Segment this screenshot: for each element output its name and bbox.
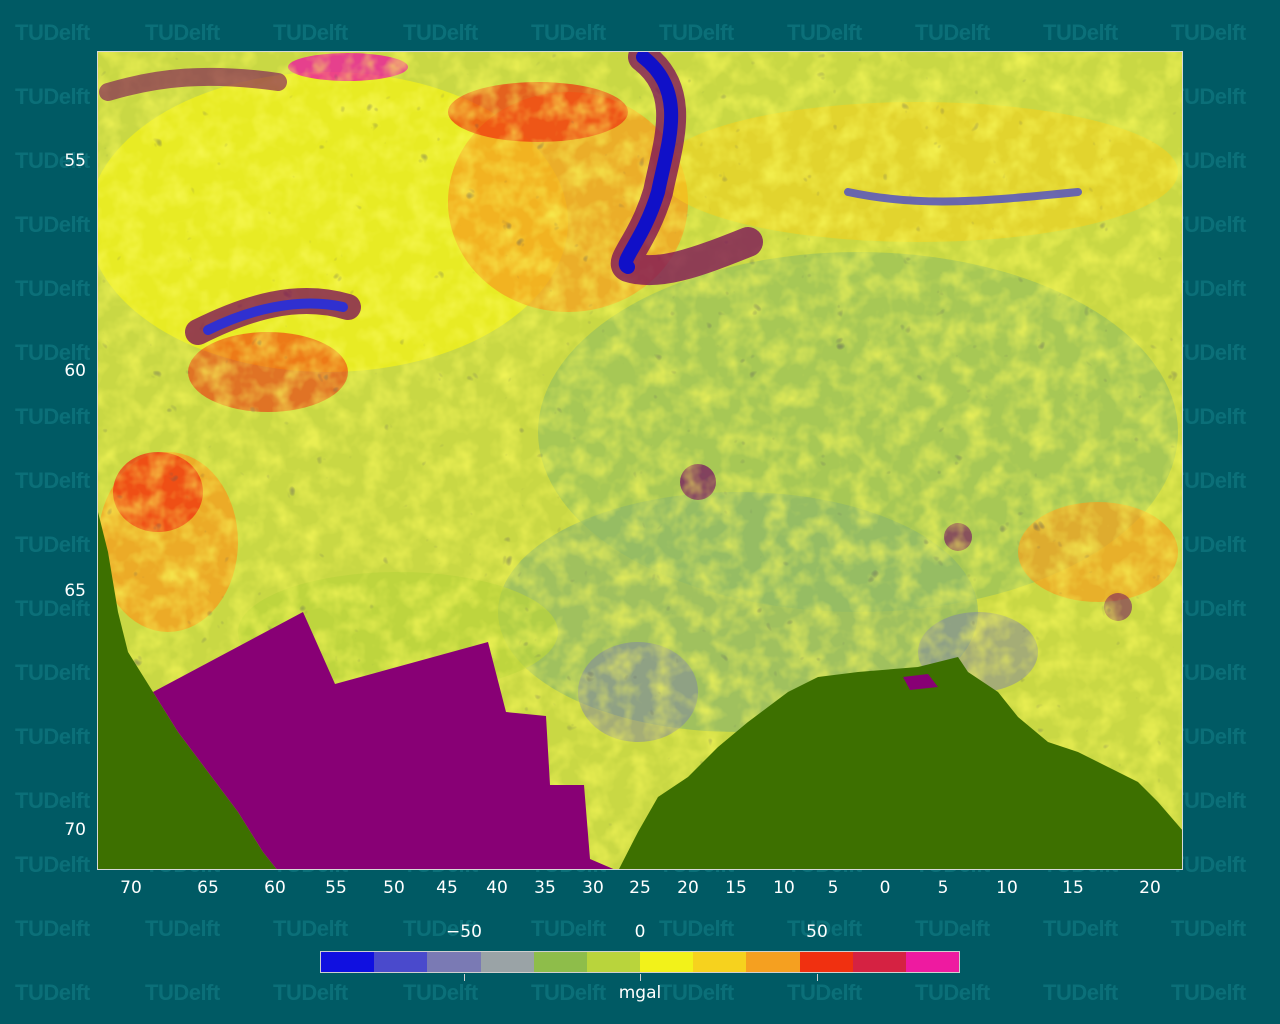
lon-label: 70 (120, 878, 142, 898)
watermark-logo: TUDelft (659, 980, 734, 1005)
lon-label: 25 (629, 878, 651, 898)
watermark-logo: TUDelft (1043, 20, 1118, 45)
watermark-logo: TUDelft (15, 212, 90, 237)
watermark-logo: TUDelft (15, 20, 90, 45)
colorbar-segment (321, 952, 375, 972)
watermark-logo: TUDelft (403, 20, 478, 45)
watermark-logo: TUDelft (15, 276, 90, 301)
lon-label: 40 (486, 878, 508, 898)
lon-label: 60 (264, 878, 286, 898)
watermark-logo: TUDelft (659, 916, 734, 941)
watermark-logo: TUDelft (531, 980, 606, 1005)
watermark-logo: TUDelft (1171, 980, 1246, 1005)
colorbar-segment (374, 952, 428, 972)
colorbar-tickmark (817, 974, 818, 981)
lon-label: 5 (937, 878, 949, 898)
colorbar-segment (427, 952, 481, 972)
watermark-logo: TUDelft (1043, 916, 1118, 941)
lat-label: 70 (64, 820, 86, 840)
lon-label: 5 (827, 878, 839, 898)
colorbar-segment (480, 952, 534, 972)
lat-label: 55 (64, 151, 86, 171)
lat-label: 60 (64, 361, 86, 381)
lon-label: 55 (325, 878, 347, 898)
watermark-logo: TUDelft (1043, 980, 1118, 1005)
colorbar-tickmark (640, 974, 641, 981)
watermark-logo: TUDelft (531, 916, 606, 941)
watermark-logo: TUDelft (15, 84, 90, 109)
watermark-logo: TUDelft (1171, 20, 1246, 45)
watermark-logo: TUDelft (15, 404, 90, 429)
lon-label: 20 (677, 878, 699, 898)
watermark-logo: TUDelft (273, 20, 348, 45)
watermark-logo: TUDelft (787, 980, 862, 1005)
watermark-logo: TUDelft (659, 20, 734, 45)
lon-label: 65 (197, 878, 219, 898)
gravity-anomaly-map (97, 51, 1183, 870)
watermark-logo: TUDelft (15, 788, 90, 813)
watermark-logo: TUDelft (145, 20, 220, 45)
lon-label: 10 (996, 878, 1018, 898)
watermark-logo: TUDelft (145, 916, 220, 941)
colorbar-tick-label: −50 (446, 922, 482, 942)
watermark-logo: TUDelft (15, 980, 90, 1005)
lon-label: 10 (773, 878, 795, 898)
lon-label: 50 (383, 878, 405, 898)
lon-label: 15 (725, 878, 747, 898)
colorbar-segment (852, 952, 906, 972)
watermark-logo: TUDelft (915, 20, 990, 45)
watermark-logo: TUDelft (145, 980, 220, 1005)
colorbar-segment (746, 952, 800, 972)
watermark-logo: TUDelft (15, 468, 90, 493)
watermark-logo: TUDelft (1171, 916, 1246, 941)
colorbar-tick-label: 0 (634, 922, 646, 942)
watermark-logo: TUDelft (787, 20, 862, 45)
watermark-logo: TUDelft (15, 724, 90, 749)
lat-label: 65 (64, 581, 86, 601)
lon-label: 35 (534, 878, 556, 898)
watermark-logo: TUDelft (15, 852, 90, 877)
lon-label: 45 (436, 878, 458, 898)
colorbar-segment (640, 952, 694, 972)
watermark-logo: TUDelft (15, 916, 90, 941)
colorbar-segment (586, 952, 641, 972)
map-graphic (98, 52, 1182, 869)
watermark-logo: TUDelft (273, 916, 348, 941)
colorbar-segment (905, 952, 960, 972)
watermark-logo: TUDelft (915, 980, 990, 1005)
watermark-logo: TUDelft (531, 20, 606, 45)
watermark-logo: TUDelft (273, 980, 348, 1005)
lon-label: 0 (879, 878, 891, 898)
colorbar (320, 951, 960, 973)
watermark-logo: TUDelft (403, 980, 478, 1005)
colorbar-tickmark (464, 974, 465, 981)
watermark-logo: TUDelft (915, 916, 990, 941)
colorbar-unit-label: mgal (618, 983, 662, 1003)
colorbar-tick-label: 50 (806, 922, 828, 942)
colorbar-segment (799, 952, 853, 972)
colorbar-segment (693, 952, 747, 972)
lon-label: 30 (582, 878, 604, 898)
lon-label: 20 (1139, 878, 1161, 898)
lon-label: 15 (1062, 878, 1084, 898)
colorbar-segment (533, 952, 587, 972)
watermark-logo: TUDelft (15, 532, 90, 557)
watermark-logo: TUDelft (15, 660, 90, 685)
